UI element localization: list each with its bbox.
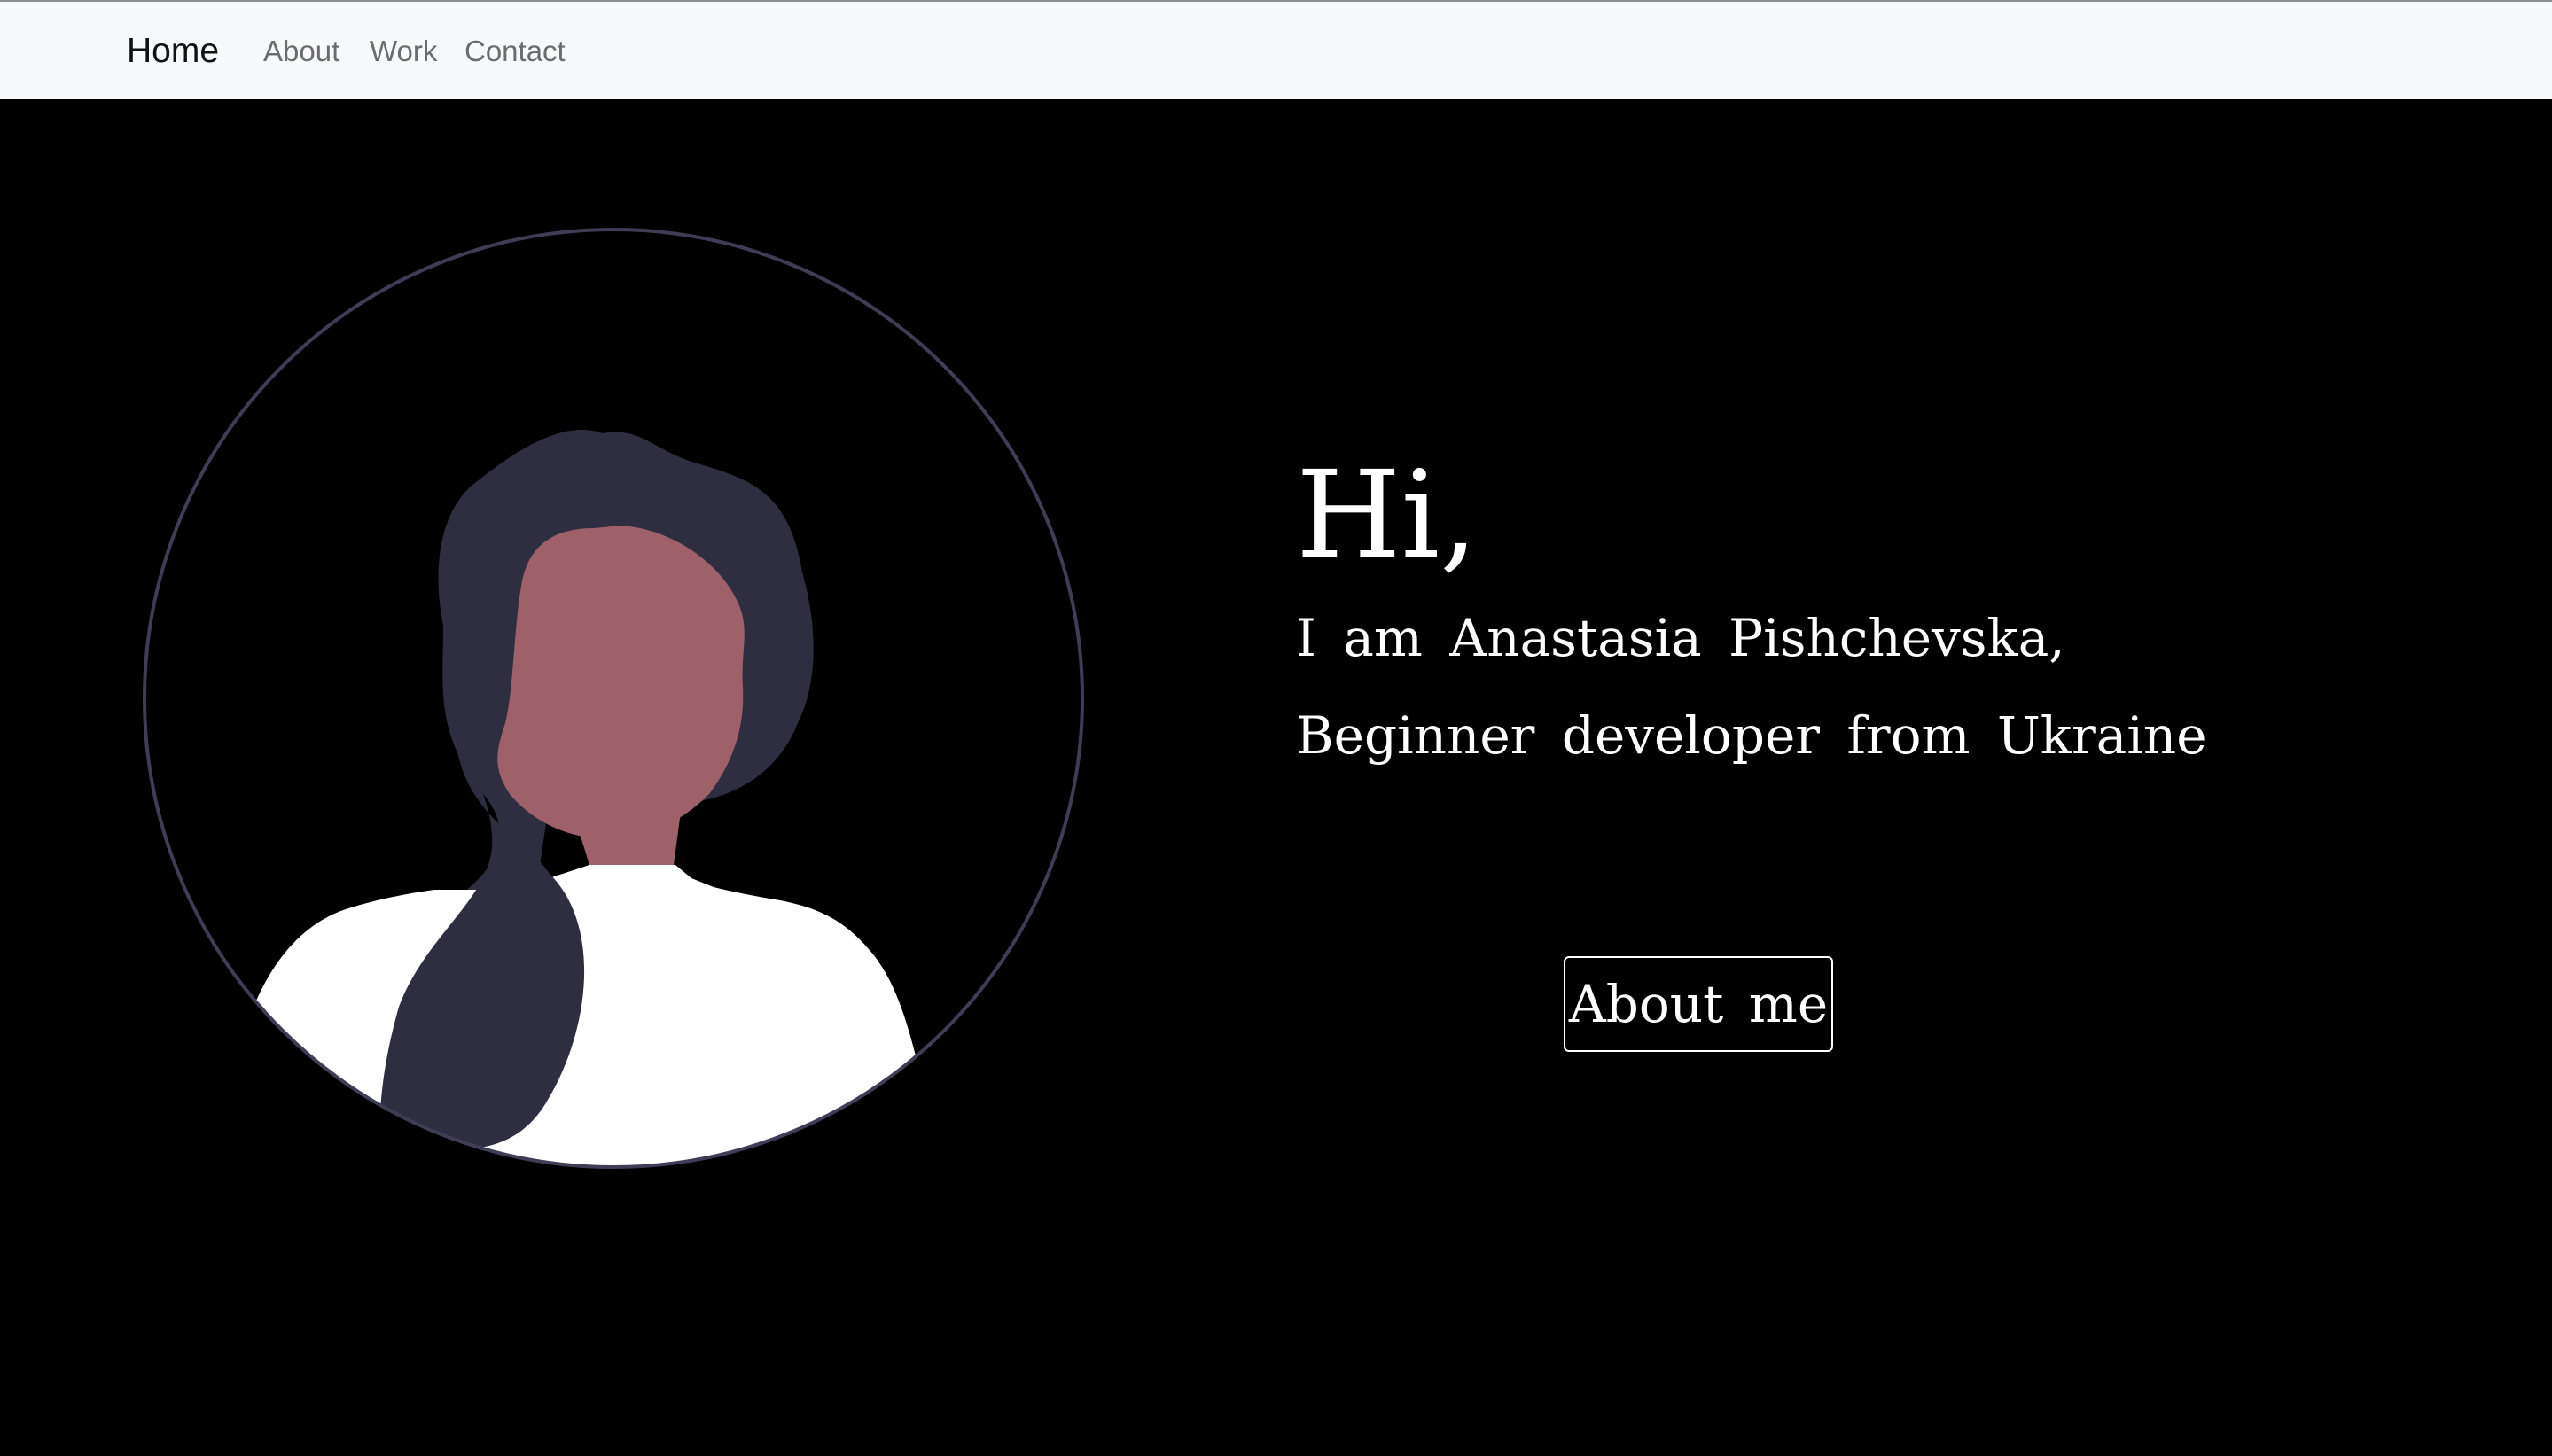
top-navbar: Home About Work Contact: [0, 0, 2552, 99]
avatar-illustration: [142, 227, 1085, 1170]
hero-greeting: Hi,: [1296, 446, 1479, 586]
nav-work-link[interactable]: Work: [370, 32, 437, 71]
nav-about-link[interactable]: About: [263, 32, 339, 71]
hero-intro-name: I am Anastasia Pishchevska,: [1296, 608, 2065, 668]
shirt: [230, 865, 940, 1167]
hero-section: Hi, I am Anastasia Pishchevska, Beginner…: [0, 99, 2552, 1456]
nav-contact-link[interactable]: Contact: [464, 32, 566, 71]
hero-text-block: Hi, I am Anastasia Pishchevska, Beginner…: [1296, 449, 2271, 784]
face: [497, 526, 745, 838]
hero-intro-role: Beginner developer from Ukraine: [1296, 705, 2207, 766]
about-me-button[interactable]: About me: [1564, 956, 1833, 1052]
woman-avatar-icon: [143, 228, 1084, 1169]
nav-home-link[interactable]: Home: [127, 28, 219, 74]
